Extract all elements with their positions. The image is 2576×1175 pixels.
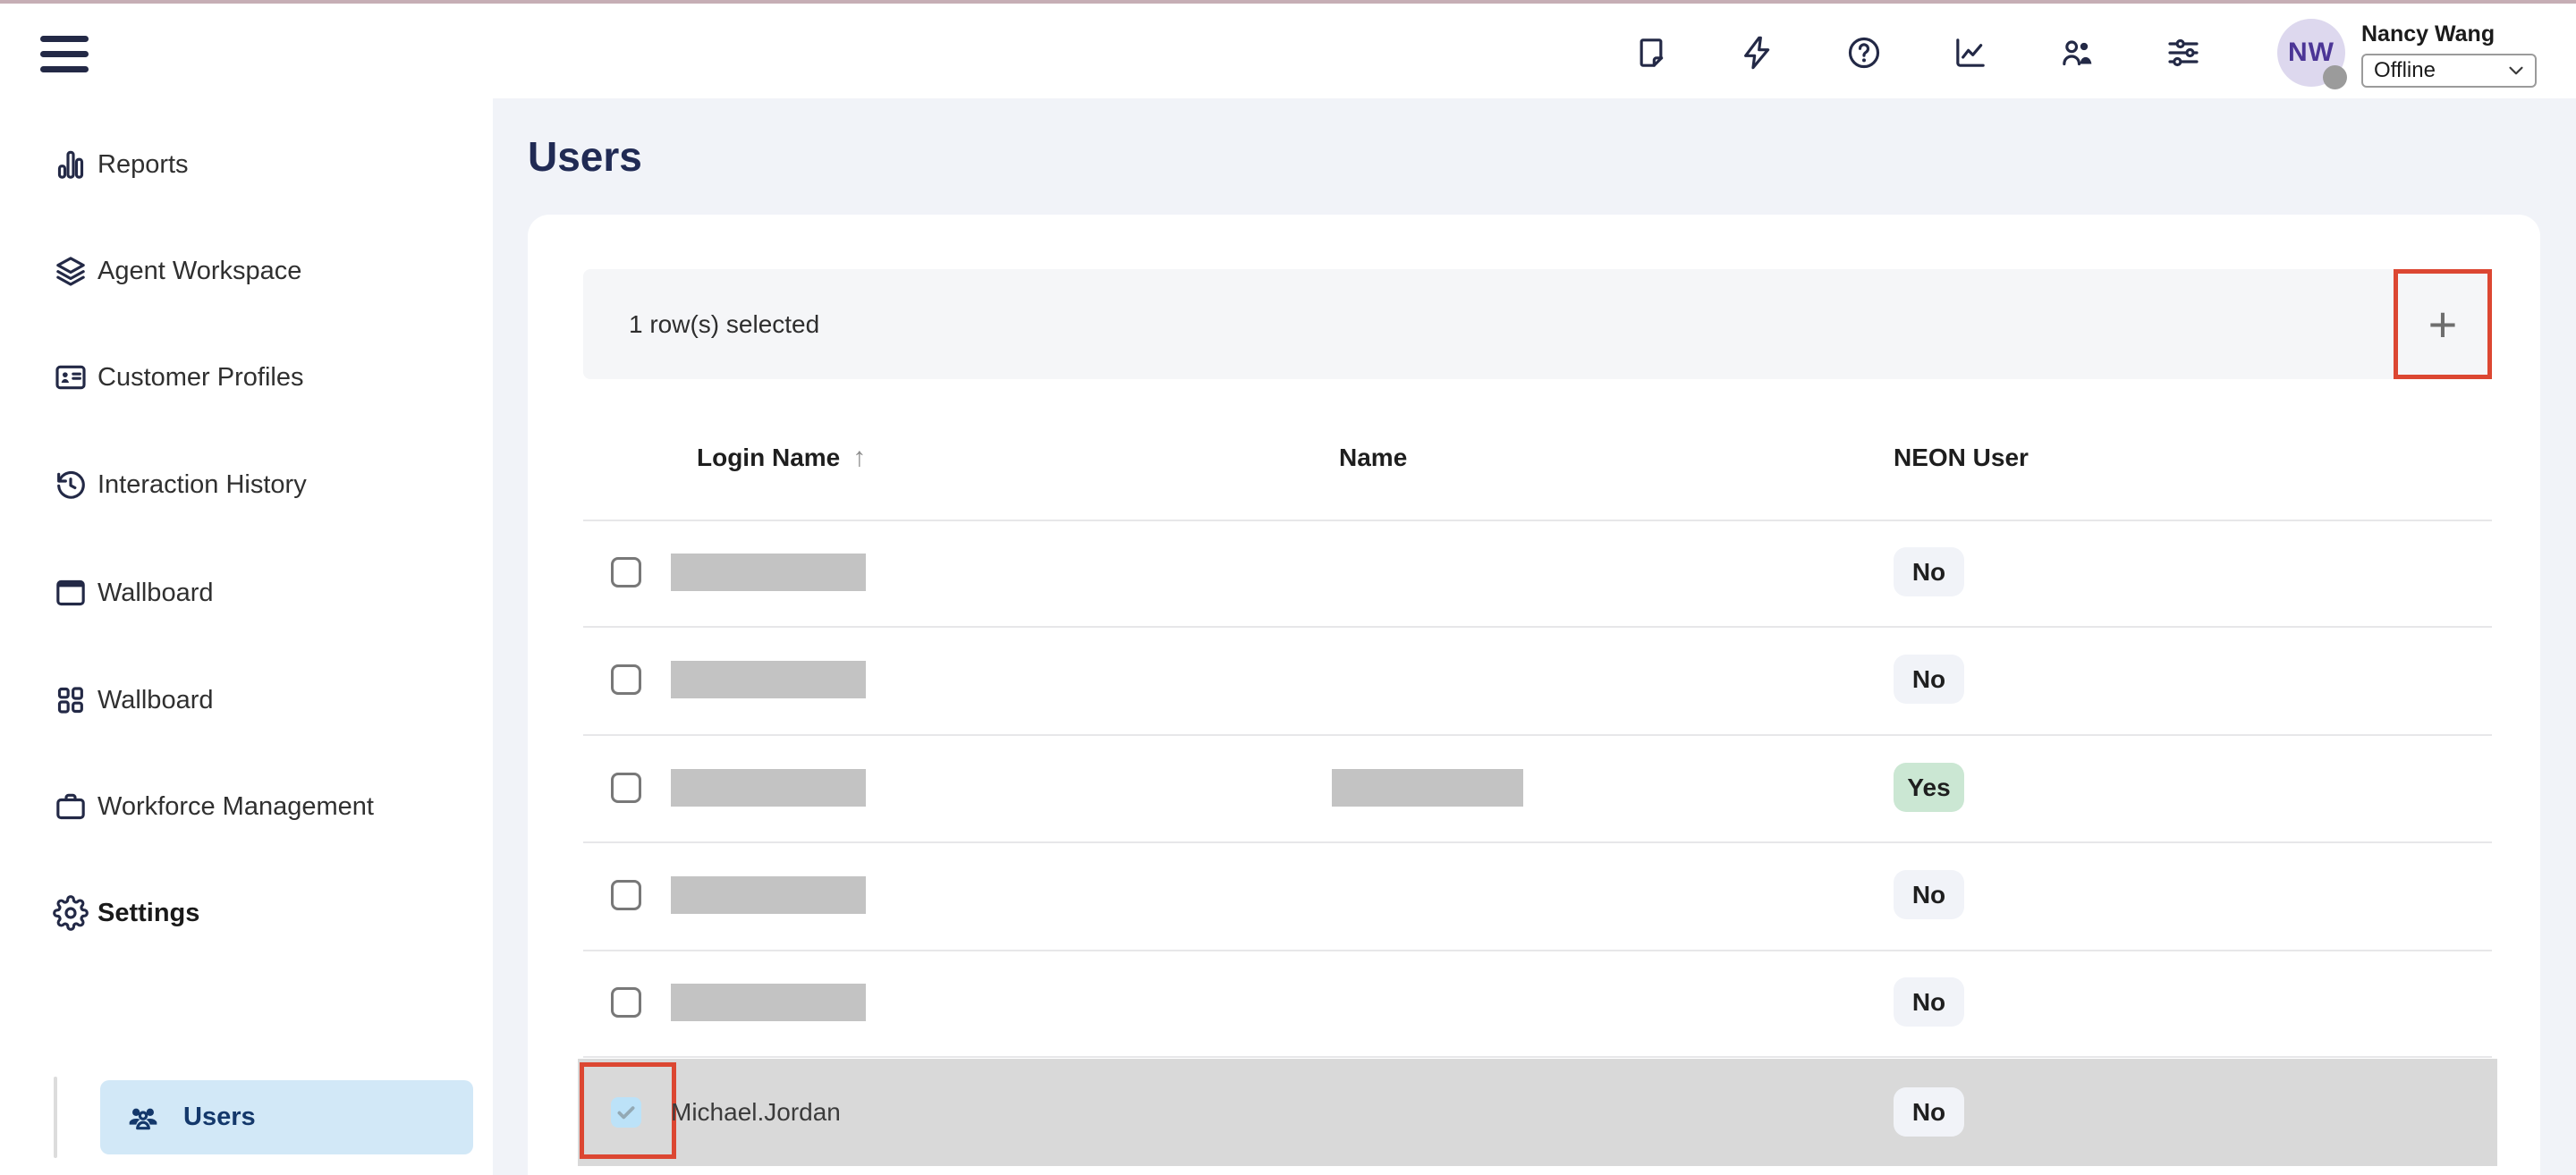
sidebar-item-wallboard-2[interactable]: Wallboard: [53, 682, 213, 718]
sidebar-item-label: Settings: [97, 899, 199, 928]
status-dropdown[interactable]: Offline: [2361, 54, 2537, 88]
row-divider: [583, 841, 2492, 843]
status-dot: [2323, 65, 2347, 89]
status-dropdown-value: Offline: [2363, 58, 2504, 83]
sidebar-item-customer-profiles[interactable]: Customer Profiles: [53, 359, 303, 395]
column-header-name[interactable]: Name: [1339, 440, 1407, 476]
redacted-login-name: [671, 769, 866, 807]
layers-icon: [53, 253, 89, 289]
row-divider: [583, 950, 2492, 951]
top-icon-row: [1633, 35, 2201, 71]
hamburger-menu-icon[interactable]: [40, 36, 89, 73]
chevron-down-icon: [2504, 59, 2528, 82]
row-divider: [583, 1056, 2492, 1058]
row-checkbox[interactable]: [611, 773, 641, 803]
column-header-label: Name: [1339, 444, 1407, 471]
id-card-icon: [53, 359, 89, 395]
sort-ascending-icon: ↑: [852, 443, 866, 472]
neon-user-badge: No: [1894, 1087, 1964, 1137]
bar-chart-icon: [53, 147, 89, 182]
sidebar-item-label: Interaction History: [97, 470, 307, 500]
window-icon: [53, 575, 89, 611]
column-header-login-name[interactable]: Login Name ↑: [697, 440, 866, 476]
page-title: Users: [528, 132, 642, 181]
sidebar-item-wallboard-1[interactable]: Wallboard: [53, 575, 213, 611]
neon-user-badge: Yes: [1894, 763, 1964, 812]
column-header-label: NEON User: [1894, 444, 2029, 471]
selected-row-background: [578, 1059, 2497, 1166]
history-icon: [53, 467, 89, 503]
contacts-icon[interactable]: [2059, 35, 2095, 71]
sidebar-item-settings[interactable]: Settings: [53, 895, 199, 931]
dashboard-icon: [53, 682, 89, 718]
sidebar: Reports Agent Workspace Customer Profile…: [0, 98, 493, 1175]
neon-user-badge: No: [1894, 977, 1964, 1027]
sidebar-item-interaction-history[interactable]: Interaction History: [53, 467, 307, 503]
preferences-sliders-icon[interactable]: [2165, 35, 2201, 71]
user-name: Nancy Wang: [2361, 21, 2495, 47]
quick-actions-icon[interactable]: [1740, 35, 1775, 71]
briefcase-icon: [53, 789, 89, 824]
app-root: NW Nancy Wang Offline Reports Agent Work…: [0, 0, 2576, 1175]
row-divider: [583, 734, 2492, 736]
neon-user-badge: No: [1894, 547, 1964, 596]
redacted-name: [1332, 769, 1523, 807]
sidebar-item-label: Workforce Management: [97, 792, 374, 822]
row-checkbox[interactable]: [611, 880, 641, 910]
neon-user-badge: No: [1894, 655, 1964, 704]
analytics-icon[interactable]: [1953, 35, 1988, 71]
sidebar-item-label: Customer Profiles: [97, 363, 303, 393]
sidebar-item-agent-workspace[interactable]: Agent Workspace: [53, 253, 301, 289]
top-bar: NW Nancy Wang Offline: [0, 4, 2576, 98]
table-toolbar: 1 row(s) selected +: [583, 269, 2492, 379]
rows-selected-text: 1 row(s) selected: [629, 269, 819, 379]
notes-icon[interactable]: [1633, 35, 1669, 71]
add-user-button[interactable]: +: [2394, 269, 2492, 379]
row-checkbox[interactable]: [611, 664, 641, 695]
sidebar-item-label: Wallboard: [97, 686, 213, 715]
row-divider: [583, 520, 2492, 521]
help-icon[interactable]: [1846, 35, 1882, 71]
login-name-cell: Michael.Jordan: [671, 1059, 841, 1166]
row-checkbox[interactable]: [611, 557, 641, 588]
redacted-login-name: [671, 661, 866, 698]
submenu-indent-line: [54, 1077, 57, 1158]
redacted-login-name: [671, 984, 866, 1021]
gear-icon: [53, 895, 89, 931]
sidebar-item-users[interactable]: Users: [100, 1080, 473, 1154]
sidebar-item-label: Agent Workspace: [97, 257, 301, 286]
sidebar-item-label: Wallboard: [97, 579, 213, 608]
column-header-neon-user[interactable]: NEON User: [1894, 440, 2029, 476]
sidebar-item-workforce-management[interactable]: Workforce Management: [53, 789, 374, 824]
redacted-login-name: [671, 554, 866, 591]
checkbox-highlight-box: [580, 1062, 676, 1159]
sidebar-item-label: Reports: [97, 150, 189, 180]
sidebar-item-label: Users: [183, 1103, 256, 1132]
row-checkbox[interactable]: [611, 987, 641, 1018]
row-divider: [583, 626, 2492, 628]
users-group-icon: [125, 1100, 161, 1136]
neon-user-badge: No: [1894, 870, 1964, 919]
sidebar-item-reports[interactable]: Reports: [53, 147, 189, 182]
redacted-login-name: [671, 876, 866, 914]
users-table-card: 1 row(s) selected + Login Name ↑ Name NEO…: [528, 215, 2540, 1175]
column-header-label: Login Name: [697, 444, 840, 471]
